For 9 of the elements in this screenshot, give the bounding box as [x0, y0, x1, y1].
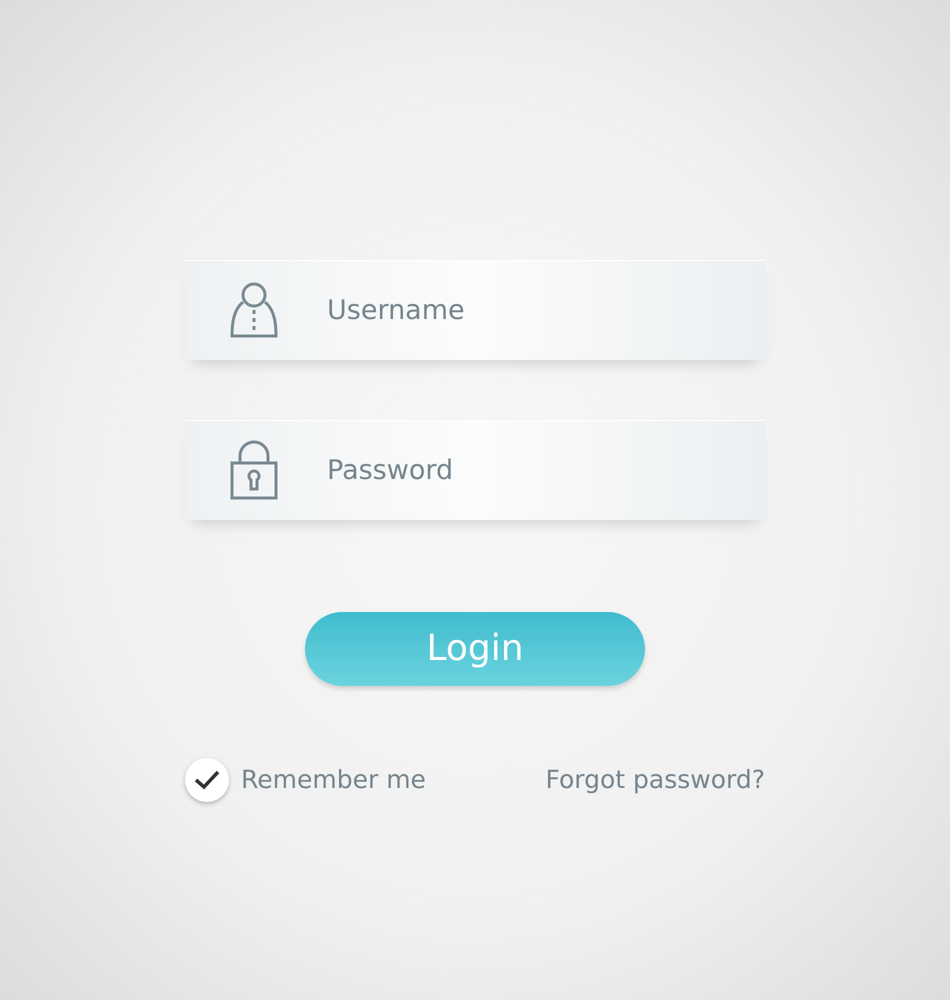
input-field[interactable]: Password [185, 420, 765, 520]
remember-me-label: Remember me [241, 764, 426, 796]
checkmark-icon [194, 770, 220, 790]
user-icon [229, 280, 279, 340]
checkbox[interactable] [185, 758, 229, 802]
forgot-password-link[interactable]: Forgot password? [546, 761, 765, 799]
padlock-icon [229, 439, 279, 501]
login-button[interactable]: Login [305, 612, 645, 686]
input-field[interactable]: Username [185, 260, 765, 360]
